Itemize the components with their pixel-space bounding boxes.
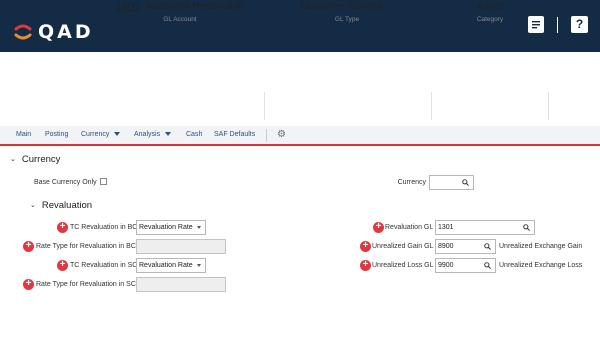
header-divider: [264, 92, 265, 120]
gl-type-value: Customer Control ...: [300, 0, 394, 12]
qad-logo-mark-icon: [14, 24, 32, 40]
unrealized-loss-description: Unrealized Exchange Loss: [499, 262, 583, 269]
help-icon[interactable]: ?: [571, 16, 588, 33]
tab-currency[interactable]: Currency: [81, 131, 121, 138]
tab-analysis[interactable]: Analysis: [134, 131, 172, 138]
unrealized-loss-input[interactable]: 9900: [435, 258, 496, 273]
tab-bar: Main Posting Currency Analysis Cash SAF …: [0, 126, 600, 146]
currency-section-header[interactable]: ⌄ Currency: [10, 154, 60, 165]
search-icon[interactable]: [484, 262, 491, 269]
rate-type-sc-label: Rate Type for Revaluation in SC: [36, 281, 136, 288]
category-cell: Asset Category: [440, 0, 540, 23]
gl-account-caption: GL Account: [163, 16, 197, 23]
unrealized-gain-description: Unrealized Exchange Gain: [499, 243, 583, 250]
tab-posting[interactable]: Posting: [45, 131, 68, 138]
currency-section-title: Currency: [21, 154, 61, 165]
tc-reval-bc-select[interactable]: Revaluation Rate: [136, 220, 206, 235]
tab-divider: [266, 129, 267, 142]
chevron-down-icon: [114, 132, 121, 137]
tc-reval-bc-label: TC Revaluation in BC: [70, 224, 138, 231]
tc-reval-sc-value: Revaluation Rate: [139, 262, 193, 269]
add-icon[interactable]: +: [57, 260, 68, 271]
gl-account-cell: 1300 Accounts Receivable GL Account: [100, 0, 260, 23]
rate-type-bc-input[interactable]: [136, 239, 226, 254]
chevron-down-icon: [165, 132, 172, 137]
top-divider: [557, 16, 558, 33]
tc-reval-sc-label: TC Revaluation in SC: [70, 262, 138, 269]
category-value: Asset: [476, 0, 504, 12]
gl-type-cell: Customer Control ... GL Type: [272, 0, 422, 23]
gl-type-caption: GL Type: [334, 16, 360, 23]
search-icon[interactable]: [523, 224, 530, 231]
unrealized-gain-value: 8900: [438, 243, 454, 250]
tc-reval-bc-value: Revaluation Rate: [139, 224, 193, 231]
add-icon[interactable]: +: [23, 241, 34, 252]
chevron-down-icon: [197, 264, 201, 267]
rate-type-sc-input[interactable]: [136, 277, 226, 292]
unrealized-loss-label: Unrealized Loss GL: [372, 262, 434, 269]
base-currency-only-checkbox[interactable]: [99, 178, 107, 185]
base-currency-only-label: Base Currency Only: [34, 179, 97, 186]
category-caption: Category: [476, 16, 504, 23]
chevron-down-icon: [197, 226, 201, 229]
unrealized-gain-label: Unrealized Gain GL: [372, 243, 434, 250]
revaluation-section-title: Revaluation: [41, 200, 93, 211]
tc-reval-sc-select[interactable]: Revaluation Rate: [136, 258, 206, 273]
add-icon[interactable]: +: [57, 222, 68, 233]
add-icon[interactable]: +: [23, 279, 34, 290]
gear-icon[interactable]: ⚙: [277, 129, 286, 141]
search-icon[interactable]: [462, 179, 469, 186]
chevron-down-icon: ⌄: [10, 156, 16, 163]
unrealized-loss-value: 9900: [438, 262, 454, 269]
chevron-down-icon: ⌄: [30, 202, 36, 209]
add-icon[interactable]: +: [373, 222, 384, 233]
base-currency-only-row: Base Currency Only: [34, 178, 107, 186]
reval-gl-input[interactable]: 1301: [435, 220, 535, 235]
add-icon[interactable]: +: [360, 260, 371, 271]
revaluation-section-header[interactable]: ⌄ Revaluation: [30, 200, 92, 211]
header-divider: [548, 92, 549, 120]
unrealized-gain-input[interactable]: 8900: [435, 239, 496, 254]
tab-currency-label: Currency: [81, 131, 110, 138]
tab-main[interactable]: Main: [16, 131, 31, 138]
qad-logo[interactable]: QAD: [12, 20, 94, 44]
search-icon[interactable]: [484, 243, 491, 250]
account-number[interactable]: 1300: [116, 0, 139, 12]
tab-cash[interactable]: Cash: [186, 131, 202, 138]
header-divider: [431, 92, 432, 120]
currency-input[interactable]: [429, 175, 474, 190]
rate-type-bc-label: Rate Type for Revaluation in BC: [36, 243, 136, 250]
logo-text: QAD: [38, 21, 94, 43]
tab-analysis-label: Analysis: [134, 131, 161, 138]
account-name: Accounts Receivable: [146, 0, 245, 12]
tab-saf-defaults[interactable]: SAF Defaults: [214, 131, 255, 138]
currency-label: Currency: [397, 179, 426, 186]
reval-gl-value: 1301: [438, 224, 454, 231]
reval-gl-label: Revaluation GL: [385, 224, 434, 231]
add-icon[interactable]: +: [360, 241, 371, 252]
